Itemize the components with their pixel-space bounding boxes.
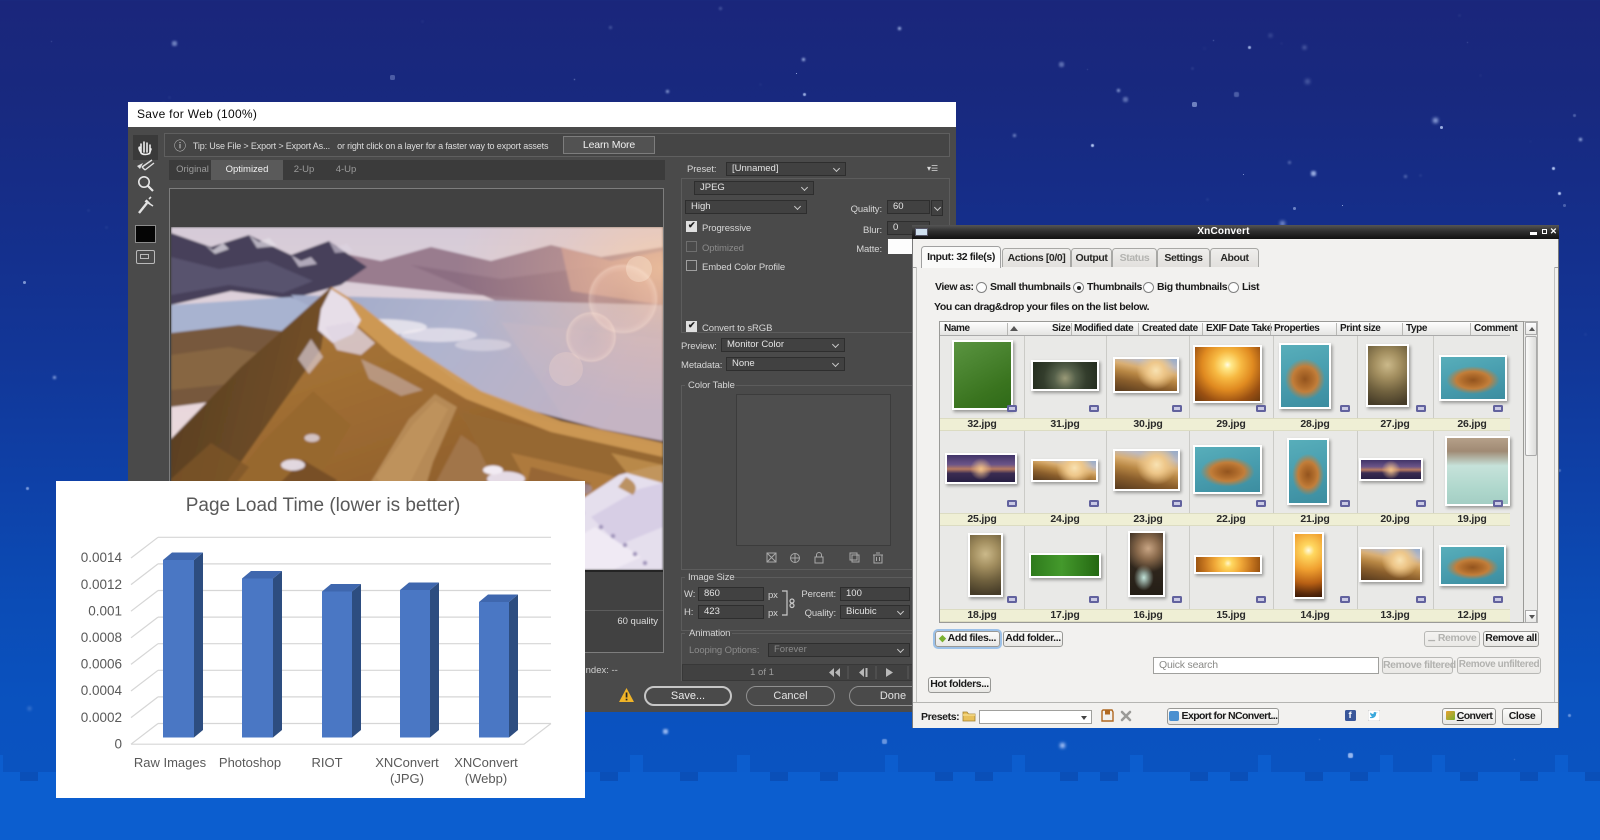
svg-text:0.0002: 0.0002 — [81, 710, 122, 725]
svg-text:0.0012: 0.0012 — [81, 577, 122, 592]
svg-text:XNConvert: XNConvert — [454, 755, 518, 770]
svg-text:0.001: 0.001 — [88, 603, 122, 618]
svg-text:RIOT: RIOT — [311, 755, 342, 770]
svg-text:Photoshop: Photoshop — [219, 755, 281, 770]
svg-text:Page Load Time (lower is bette: Page Load Time (lower is better) — [186, 495, 461, 516]
svg-text:0.0014: 0.0014 — [81, 550, 123, 565]
svg-text:0.0008: 0.0008 — [81, 630, 122, 645]
svg-text:(JPG): (JPG) — [390, 771, 424, 786]
svg-text:0: 0 — [114, 736, 122, 751]
svg-text:XNConvert: XNConvert — [375, 755, 439, 770]
svg-text:0.0004: 0.0004 — [81, 683, 123, 698]
svg-text:0.0006: 0.0006 — [81, 657, 122, 672]
svg-text:Raw Images: Raw Images — [134, 755, 207, 770]
svg-text:(Webp): (Webp) — [465, 771, 507, 786]
